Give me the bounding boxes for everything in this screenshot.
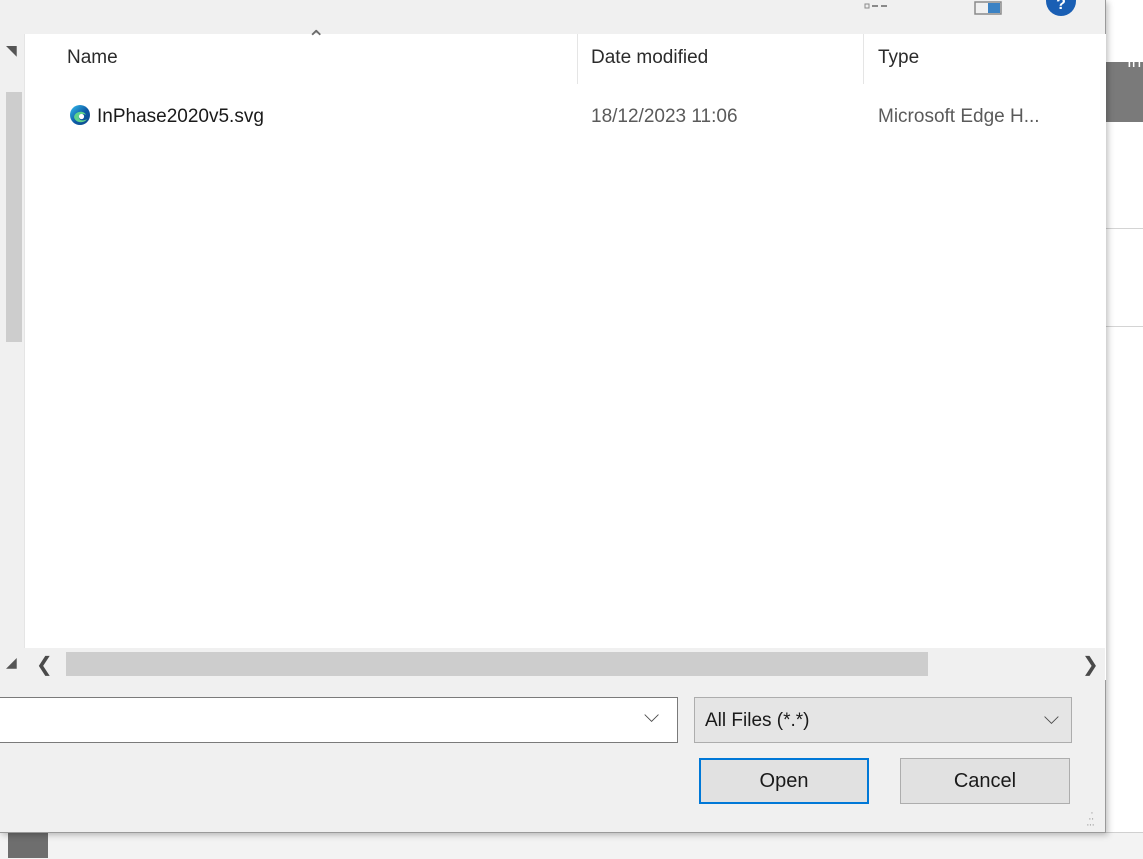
column-header-name[interactable]: Name xyxy=(67,47,118,69)
scroll-left-icon[interactable]: ❮ xyxy=(36,652,53,677)
column-divider[interactable] xyxy=(577,34,578,84)
file-list-header: ⌃ Name Date modified Type xyxy=(25,26,1106,84)
column-header-date-modified[interactable]: Date modified xyxy=(591,47,708,69)
background-app-taskbar xyxy=(0,832,1143,859)
file-type: Microsoft Edge H... xyxy=(878,106,1040,127)
navigation-pane-scroll-thumb[interactable] xyxy=(6,92,22,342)
background-app-column-label: In xyxy=(1127,52,1142,71)
horizontal-scrollbar[interactable]: ❮ ❯ xyxy=(24,648,1105,680)
background-app-tab xyxy=(8,832,48,858)
cancel-button[interactable]: Cancel xyxy=(900,758,1070,804)
navigation-scroll-up-icon[interactable]: ◥ xyxy=(6,42,17,59)
sort-ascending-icon: ⌃ xyxy=(307,26,326,51)
resize-grip-icon[interactable]: · ·· ··· xyxy=(1086,808,1095,831)
file-name-dropdown-chevron-icon[interactable]: ⌵ xyxy=(644,705,659,728)
background-app-divider xyxy=(1105,326,1143,327)
horizontal-scroll-thumb[interactable] xyxy=(66,652,928,676)
file-date-modified: 18/12/2023 11:06 xyxy=(591,106,738,127)
preview-pane-icon[interactable] xyxy=(974,0,1002,16)
file-list-pane: ⌃ Name Date modified Type InPhase2020v5.… xyxy=(24,26,1106,680)
change-view-icon[interactable] xyxy=(864,0,892,14)
scroll-right-icon[interactable]: ❯ xyxy=(1082,652,1099,677)
open-button[interactable]: Open xyxy=(699,758,869,804)
chevron-down-icon: ⌵ xyxy=(1043,707,1059,729)
file-type-selected-value: All Files (*.*) xyxy=(705,710,810,731)
edge-icon xyxy=(70,105,90,125)
open-file-dialog: ? ◥ ◢ ⌃ Name Date modified Type InPhase2… xyxy=(0,0,1106,833)
column-divider[interactable] xyxy=(863,34,864,84)
file-name: InPhase2020v5.svg xyxy=(97,106,264,127)
background-app-divider xyxy=(1105,228,1143,229)
file-row[interactable]: InPhase2020v5.svg 18/12/2023 11:06 Micro… xyxy=(25,94,1106,136)
file-type-select[interactable]: All Files (*.*) ⌵ xyxy=(694,697,1072,743)
file-name-input[interactable] xyxy=(0,697,678,743)
column-header-type[interactable]: Type xyxy=(878,47,919,69)
help-icon[interactable]: ? xyxy=(1046,0,1076,16)
dialog-toolbar: ? xyxy=(0,0,1105,22)
navigation-scroll-down-icon[interactable]: ◢ xyxy=(6,654,17,671)
